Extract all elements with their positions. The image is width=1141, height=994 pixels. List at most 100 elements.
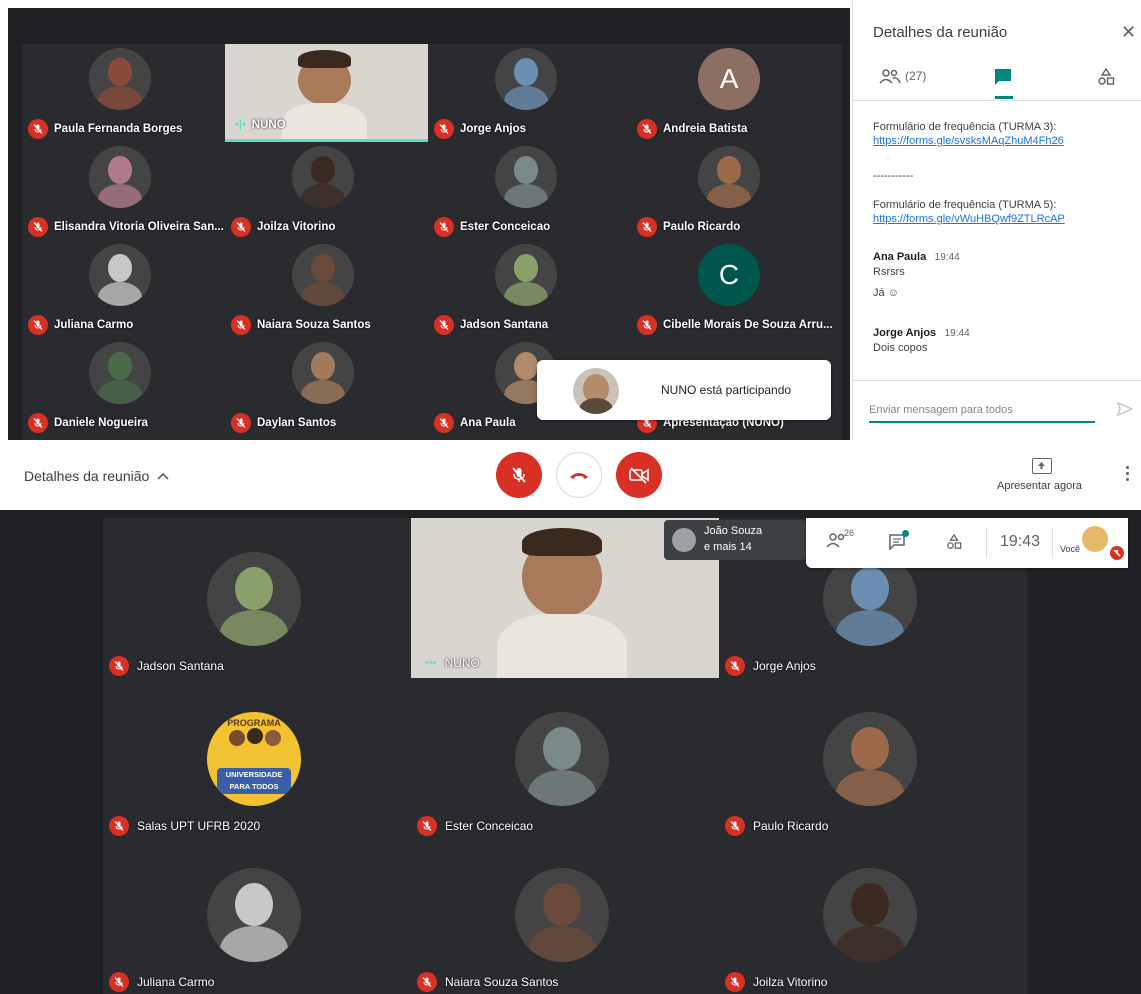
participant-name: Juliana Carmo: [137, 975, 215, 989]
mic-off-icon: [512, 467, 526, 483]
participant-name: Jadson Santana: [460, 319, 549, 331]
mic-off-icon: [28, 315, 48, 335]
participant-tile[interactable]: C Cibelle Morais De Souza Arru...: [631, 240, 834, 338]
tab-people[interactable]: (27): [879, 68, 926, 84]
divider: [853, 100, 1141, 101]
activities-button[interactable]: [946, 533, 962, 555]
participant-name-row: Daniele Nogueira: [28, 413, 148, 433]
participant-tile[interactable]: Daniele Nogueira: [22, 338, 225, 436]
mic-off-icon: [434, 315, 454, 335]
avatar: [495, 244, 557, 306]
participant-name-row: Ester Conceicao: [434, 217, 550, 237]
others-more: e mais 14: [704, 541, 752, 553]
participant-name: Andreia Batista: [663, 123, 748, 135]
people-count: 26: [844, 528, 855, 538]
avatar: [698, 146, 760, 208]
chat-messages: Formulário de frequência (TURMA 3): http…: [873, 120, 1128, 356]
present-now-button[interactable]: Apresentar agora: [997, 480, 1082, 492]
camera-off-icon: [629, 467, 649, 484]
participant-name: Naiara Souza Santos: [445, 975, 559, 989]
mic-off-icon: [231, 315, 251, 335]
participant-tile[interactable]: Paulo Ricardo: [719, 678, 1027, 838]
participant-tile[interactable]: Jorge Anjos: [428, 44, 631, 142]
avatar: [89, 48, 151, 110]
present-now-icon: [1032, 458, 1052, 474]
people-icon: [879, 69, 901, 84]
participant-name-row: Paulo Ricardo: [725, 816, 828, 836]
participant-tile[interactable]: Paulo Ricardo: [631, 142, 834, 240]
program-logo: PROGRAMA UNIVERSIDADE PARA TODOS: [207, 712, 301, 806]
participant-name: Paulo Ricardo: [663, 221, 741, 233]
participant-tile[interactable]: Paula Fernanda Borges: [22, 44, 225, 142]
avatar: [89, 244, 151, 306]
participant-name: Juliana Carmo: [54, 319, 134, 331]
participant-grid-bottom: Jadson Santana ••• NUNO Jorge Anjos PROGRAMA…: [0, 510, 1141, 994]
participant-name-row: Joilza Vitorino: [725, 972, 827, 992]
active-tab-indicator: [995, 96, 1013, 99]
leave-call-button[interactable]: [556, 452, 602, 498]
participant-name-row: Salas UPT UFRB 2020: [109, 816, 260, 836]
shapes-icon: [947, 533, 962, 549]
participant-tile[interactable]: Joilza Vitorino: [225, 142, 428, 240]
participant-tile[interactable]: Jadson Santana: [103, 518, 411, 678]
avatar: [292, 146, 354, 208]
participant-name: Daylan Santos: [257, 417, 337, 429]
camera-toggle-button[interactable]: [616, 452, 662, 498]
participant-tile[interactable]: A Andreia Batista: [631, 44, 834, 142]
tab-activities[interactable]: [1097, 67, 1115, 86]
close-icon[interactable]: ✕: [1121, 22, 1136, 43]
self-mic-off-icon: [1110, 546, 1124, 560]
chat-input[interactable]: Enviar mensagem para todos: [869, 404, 1013, 416]
avatar: [495, 146, 557, 208]
participant-name: Ana Paula: [460, 417, 516, 429]
mic-off-icon: [637, 119, 657, 139]
participant-name: Naiara Souza Santos: [257, 319, 371, 331]
mic-off-icon: [28, 217, 48, 237]
more-options-icon[interactable]: [1126, 466, 1130, 481]
participant-name-row: Jadson Santana: [109, 656, 224, 676]
others-badge[interactable]: João Souza e mais 14: [664, 520, 806, 560]
participant-tile[interactable]: Ester Conceicao: [411, 678, 719, 838]
notification-text: NUNO está participando: [661, 383, 792, 397]
participant-tile[interactable]: Daylan Santos: [225, 338, 428, 436]
chat-line: Dois copos: [873, 342, 928, 354]
mic-off-icon: [725, 816, 745, 836]
participant-name: Salas UPT UFRB 2020: [137, 819, 261, 833]
participant-name: Jorge Anjos: [460, 123, 527, 135]
participant-tile[interactable]: Juliana Carmo: [22, 240, 225, 338]
message-text: Formulário de frequência (TURMA 3):: [873, 121, 1057, 133]
participant-name-row: Jadson Santana: [434, 315, 548, 335]
avatar: [292, 342, 354, 404]
mic-toggle-button[interactable]: [496, 452, 542, 498]
meeting-details-panel: Detalhes da reunião ✕ (27) Formulário de…: [852, 0, 1141, 440]
send-icon[interactable]: [1116, 401, 1134, 421]
participant-tile[interactable]: Elisandra Vitoria Oliveira San...: [22, 142, 225, 240]
participant-name: Paula Fernanda Borges: [54, 123, 183, 135]
participant-name: NUNO: [251, 119, 286, 131]
message-link[interactable]: https://forms.gle/vWuHBQwf9ZTLRcAP: [873, 213, 1128, 225]
message-link[interactable]: https://forms.gle/svsksMAqZhuM4Fh26: [873, 135, 1128, 147]
self-avatar: [1082, 526, 1108, 552]
avatar: [292, 244, 354, 306]
chat-button[interactable]: [888, 534, 906, 555]
avatar: [89, 342, 151, 404]
participant-tile[interactable]: Naiara Souza Santos: [225, 240, 428, 338]
participant-tile[interactable]: •|• NUNO: [225, 44, 428, 142]
participant-tile[interactable]: Ester Conceicao: [428, 142, 631, 240]
participant-tile[interactable]: Naiara Souza Santos: [411, 834, 719, 994]
control-bar: Detalhes da reunião Apresentar agora: [0, 440, 1141, 510]
grid-area: Jadson Santana ••• NUNO Jorge Anjos PROGRAMA…: [103, 518, 1027, 994]
participant-name: NUNO: [444, 656, 480, 670]
participant-name-row: Paulo Ricardo: [637, 217, 740, 237]
tab-chat[interactable]: [993, 68, 1013, 86]
avatar: [515, 712, 609, 806]
mic-off-icon: [109, 972, 129, 992]
meeting-details-button[interactable]: Detalhes da reunião: [24, 468, 169, 484]
others-name: João Souza: [704, 525, 763, 537]
participant-name-row: Joilza Vitorino: [231, 217, 335, 237]
participant-tile[interactable]: Jadson Santana: [428, 240, 631, 338]
participant-name: Joilza Vitorino: [257, 221, 336, 233]
participant-tile[interactable]: Juliana Carmo: [103, 834, 411, 994]
participant-tile[interactable]: PROGRAMA UNIVERSIDADE PARA TODOS Salas UPT…: [103, 678, 411, 838]
participant-tile[interactable]: Joilza Vitorino: [719, 834, 1027, 994]
